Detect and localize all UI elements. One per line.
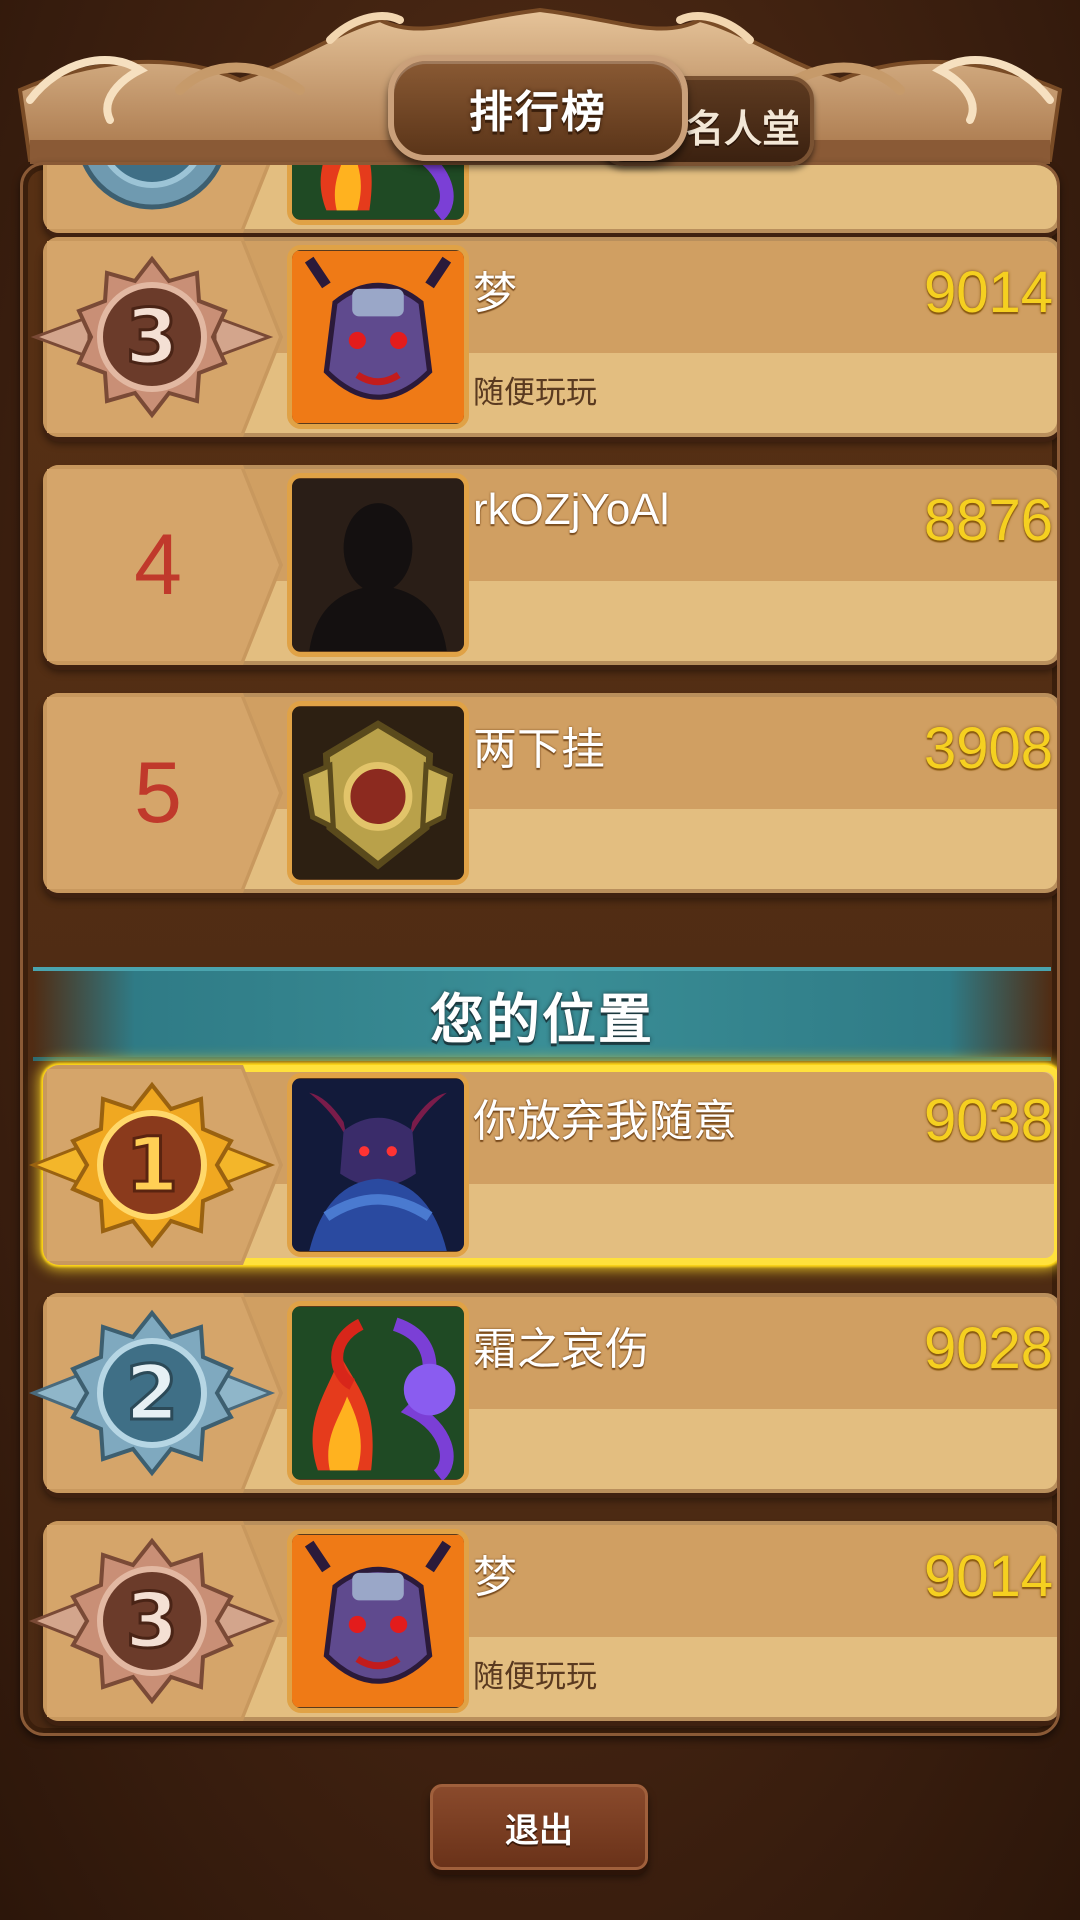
medal-number: 2 (126, 1348, 179, 1437)
player-name: 霜之哀伤 (473, 1325, 649, 1374)
silver-medal-icon: 2 (82, 162, 222, 210)
player-score: 3908 (923, 716, 1053, 781)
leaderboard-row[interactable]: 5 两下挂 3908 (43, 693, 1057, 893)
player-guild: 随便玩玩 (473, 1659, 597, 1695)
your-position-banner: 您的位置 (33, 967, 1051, 1061)
player-name: 梦 (473, 1553, 517, 1602)
exit-button[interactable]: 退出 (430, 1784, 648, 1870)
medal-number: 1 (126, 1120, 179, 1209)
player-score: 9038 (923, 1088, 1053, 1153)
leaderboard-panel[interactable]: 2 3 (20, 162, 1060, 1736)
rank-number: 5 (134, 744, 182, 841)
player-name: 梦 (473, 269, 517, 318)
exit-button-label: 退出 (505, 1810, 573, 1851)
player-score: 9028 (923, 1316, 1053, 1381)
silhouette-avatar (287, 473, 469, 657)
bronze-medal-icon: 3 (28, 1537, 276, 1705)
leaderboard-row[interactable]: 3 梦 9014 随便玩玩 (28, 1521, 1057, 1721)
your-position-label: 您的位置 (430, 987, 654, 1051)
demon-mask-avatar (287, 1529, 469, 1713)
demon-mask-avatar (287, 245, 469, 429)
player-name: rkOZjYoAl (473, 485, 670, 534)
bronze-medal-icon: 3 (30, 255, 274, 419)
leaderboard-row[interactable]: 3 梦 9014 随便玩玩 (30, 237, 1057, 437)
player-score: 8876 (923, 488, 1053, 553)
leaderboard-list[interactable]: 2 3 (23, 165, 1057, 1733)
player-name: 两下挂 (473, 725, 605, 774)
fire-spirit-avatar (287, 165, 469, 225)
medal-number: 3 (126, 1576, 179, 1665)
medal-number: 3 (126, 292, 179, 381)
leaderboard-row[interactable]: 2 (43, 165, 1057, 233)
player-score: 9014 (923, 1544, 1053, 1609)
horned-demon-avatar (287, 1073, 469, 1257)
tab-leaderboard[interactable]: 排行榜 (388, 55, 688, 161)
silver-medal-icon: 2 (28, 1309, 276, 1477)
leaderboard-row[interactable]: 4 rkOZjYoAl 8876 (43, 465, 1057, 665)
shield-emblem-avatar (287, 701, 469, 885)
fire-spirit-avatar (287, 1301, 469, 1485)
player-score: 9014 (923, 260, 1053, 325)
leaderboard-row[interactable]: 2 霜之哀伤 9028 (28, 1293, 1057, 1493)
medal-number: 2 (126, 162, 179, 177)
leaderboard-row-self[interactable]: 1 你放弃我随意 9038 (28, 1065, 1057, 1265)
gold-medal-icon: 1 (28, 1081, 276, 1249)
player-guild: 随便玩玩 (473, 375, 597, 411)
tab-hall-of-fame-label: 名人堂 (686, 107, 801, 151)
player-name: 你放弃我随意 (473, 1097, 737, 1146)
rank-number: 4 (134, 516, 182, 613)
page-title: 排行榜 (469, 87, 607, 138)
